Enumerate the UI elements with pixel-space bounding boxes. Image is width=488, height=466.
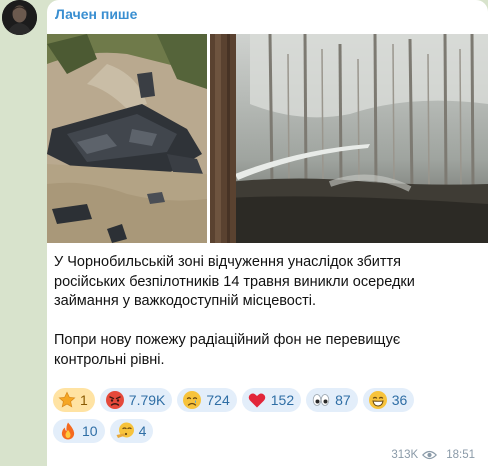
eye-icon [422, 450, 438, 460]
drone-wreckage-photo[interactable] [47, 34, 207, 243]
avatar-image [2, 0, 37, 35]
reaction-crying[interactable]: 724 [177, 388, 237, 412]
forest-fire-photo[interactable] [210, 34, 488, 243]
reaction-grinning[interactable]: 36 [362, 388, 415, 412]
reaction-count: 1 [80, 392, 88, 408]
channel-avatar[interactable] [2, 0, 37, 35]
post-text: У Чорнобильській зоні відчуження унаслід… [54, 253, 474, 370]
post-paragraph: Попри нову пожежу радіаційний фон не пер… [54, 332, 401, 368]
reaction-eyes[interactable]: 87 [306, 388, 358, 412]
reaction-count: 10 [82, 423, 98, 439]
reaction-star[interactable]: 1 [53, 388, 95, 412]
message-meta: 313K 18:51 [391, 449, 475, 461]
reaction-count: 4 [138, 423, 147, 439]
view-count: 313K [391, 449, 419, 461]
fire-icon [61, 422, 75, 440]
reaction-angry[interactable]: 7.79K [99, 388, 173, 412]
crying-face-icon [183, 391, 202, 409]
forest-fire-image [210, 34, 488, 243]
reaction-count: 36 [391, 392, 408, 408]
shushing-face-icon [116, 422, 134, 438]
post-paragraph: У Чорнобильській зоні відчуження унаслід… [54, 254, 415, 309]
heart-icon [248, 393, 265, 408]
angry-face-icon [105, 391, 124, 409]
star-icon [58, 391, 76, 408]
reaction-count: 7.79K [128, 392, 166, 408]
reaction-count: 87 [335, 392, 351, 408]
reaction-shushing[interactable]: 4 [109, 419, 154, 443]
channel-name[interactable]: Лачен пише [55, 6, 137, 22]
message-bubble: Лачен пише У Чорнобильській зоні відчуже… [47, 0, 488, 466]
reactions-bar-row-2: 10 4 [53, 419, 483, 443]
reaction-heart[interactable]: 152 [241, 388, 302, 412]
message-time: 18:51 [446, 449, 475, 461]
reactions-bar: 1 7.79K 724 152 87 36 [53, 388, 483, 412]
grinning-face-icon [368, 391, 387, 409]
drone-wreckage-image [47, 34, 207, 243]
eyes-icon [312, 394, 330, 406]
reaction-count: 152 [270, 392, 295, 408]
reaction-count: 724 [206, 392, 230, 408]
reaction-fire[interactable]: 10 [53, 419, 105, 443]
